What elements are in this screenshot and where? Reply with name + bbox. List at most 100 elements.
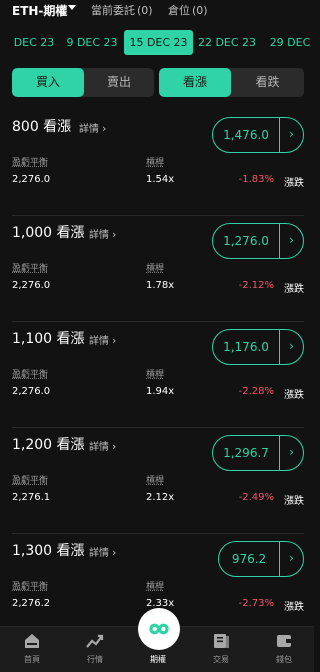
tab-open-orders-count: (0) — [137, 4, 153, 17]
strike-title: 1,100 看漲 — [12, 331, 85, 347]
details-link[interactable]: 詳情 › — [89, 438, 116, 453]
options-fab-button[interactable] — [138, 608, 180, 650]
nav-home[interactable]: 首頁 — [12, 633, 52, 665]
details-label: 詳情 — [89, 548, 109, 559]
chevron-right-icon: › — [112, 228, 117, 241]
nav-markets[interactable]: 行情 — [75, 633, 115, 665]
header: ETH-期權 當前委託 (0) 倉位 (0) — [0, 0, 314, 20]
change-label: 漲跌 — [284, 602, 304, 613]
leverage-label: 槓桿 — [146, 158, 165, 168]
strike-title: 800 看漲 — [12, 119, 72, 135]
tab-positions[interactable]: 倉位 (0) — [168, 2, 208, 18]
price-value: 1,476.0 — [223, 128, 269, 142]
date-tab[interactable]: 22 DEC 23 — [196, 30, 258, 55]
change-label: 漲跌 — [284, 496, 304, 507]
change-value: -2.73% — [238, 598, 274, 609]
leverage-label: 槓桿 — [146, 264, 165, 274]
breakeven-label: 盈虧平衡 — [12, 158, 49, 168]
trade-icon — [214, 634, 229, 648]
change-value: -2.28% — [238, 386, 274, 397]
chevron-right-icon: › — [289, 551, 294, 565]
chevron-right-icon: › — [112, 440, 117, 453]
caret-down-icon[interactable] — [68, 5, 76, 10]
chevron-right-icon: › — [289, 445, 294, 459]
details-link[interactable]: 詳情 › — [89, 544, 116, 559]
buy-button[interactable]: 買入 — [12, 68, 84, 97]
strike-title: 1,200 看漲 — [12, 437, 85, 453]
details-link[interactable]: 詳情 › — [89, 226, 116, 241]
put-button[interactable]: 看跌 — [231, 68, 304, 97]
nav-home-label: 首頁 — [24, 655, 40, 664]
nav-markets-label: 行情 — [87, 655, 103, 664]
nav-options-label: 期權 — [150, 655, 166, 664]
option-card: 1,200 看漲 詳情 › 1,296.7 › 盈虧平衡 槓桿 2,276.1 2… — [12, 428, 304, 534]
details-link[interactable]: 詳情 › — [79, 120, 106, 135]
leverage-label: 槓桿 — [146, 370, 165, 380]
price-value: 1,276.0 — [223, 234, 269, 248]
date-tab[interactable]: 9 DEC 23 — [63, 30, 121, 55]
breakeven-label: 盈虧平衡 — [12, 476, 49, 486]
change-value: -2.49% — [238, 492, 274, 503]
change-value: -2.12% — [238, 280, 274, 291]
breakeven-label: 盈虧平衡 — [12, 264, 49, 274]
leverage-label: 槓桿 — [146, 582, 165, 592]
buy-sell-toggle: 買入 賣出 — [12, 68, 154, 97]
option-card: 800 看漲 詳情 › 1,476.0 › 盈虧平衡 槓桿 2,276.0 1.5… — [12, 110, 304, 216]
tab-open-orders-label: 當前委託 — [91, 4, 135, 17]
details-label: 詳情 — [79, 124, 99, 135]
leverage-label: 槓桿 — [146, 476, 165, 486]
expiry-date-tabs: DEC 23 9 DEC 23 15 DEC 23 22 DEC 23 29 D… — [0, 30, 314, 55]
chevron-right-icon: › — [289, 127, 294, 141]
call-put-toggle: 看漲 看跌 — [159, 68, 304, 97]
strike-title: 1,000 看漲 — [12, 225, 85, 241]
tab-positions-label: 倉位 — [168, 4, 190, 17]
price-value: 1,176.0 — [223, 340, 269, 354]
date-tab[interactable]: DEC 23 — [8, 30, 60, 55]
instrument-title[interactable]: ETH-期權 — [12, 2, 67, 19]
price-button[interactable]: 976.2 › — [218, 541, 304, 577]
option-card: 1,100 看漲 詳情 › 1,176.0 › 盈虧平衡 槓桿 2,276.0 1… — [12, 322, 304, 428]
chevron-right-icon: › — [289, 339, 294, 353]
price-button[interactable]: 1,276.0 › — [212, 223, 304, 259]
date-tab-selected[interactable]: 15 DEC 23 — [124, 30, 193, 55]
price-value: 1,296.7 — [223, 446, 269, 460]
change-label: 漲跌 — [284, 390, 304, 401]
nav-wallet[interactable]: 錢包 — [264, 633, 304, 665]
chevron-right-icon: › — [112, 546, 117, 559]
nav-wallet-label: 錢包 — [276, 655, 292, 664]
leverage-value: 1.54x — [146, 174, 175, 185]
option-card: 1,000 看漲 詳情 › 1,276.0 › 盈虧平衡 槓桿 2,276.0 1… — [12, 216, 304, 322]
breakeven-value: 2,276.2 — [12, 598, 51, 609]
breakeven-label: 盈虧平衡 — [12, 582, 49, 592]
breakeven-value: 2,276.0 — [12, 174, 51, 185]
breakeven-label: 盈虧平衡 — [12, 370, 49, 380]
details-label: 詳情 — [89, 442, 109, 453]
breakeven-value: 2,276.0 — [12, 386, 51, 397]
sell-button[interactable]: 賣出 — [84, 68, 154, 97]
leverage-value: 1.78x — [146, 280, 175, 291]
nav-trade[interactable]: 交易 — [201, 633, 241, 665]
home-icon — [25, 634, 39, 648]
options-icon — [149, 623, 169, 635]
details-label: 詳情 — [89, 336, 109, 347]
price-button[interactable]: 1,476.0 › — [212, 117, 304, 153]
price-value: 976.2 — [231, 552, 267, 566]
chevron-right-icon: › — [112, 334, 117, 347]
tab-positions-count: (0) — [192, 4, 208, 17]
breakeven-value: 2,276.1 — [12, 492, 51, 503]
nav-trade-label: 交易 — [213, 655, 229, 664]
details-label: 詳情 — [89, 230, 109, 241]
leverage-value: 2.12x — [146, 492, 175, 503]
call-button[interactable]: 看漲 — [159, 68, 231, 97]
date-tab[interactable]: 29 DEC — [266, 30, 314, 55]
leverage-value: 1.94x — [146, 386, 175, 397]
details-link[interactable]: 詳情 › — [89, 332, 116, 347]
strike-title: 1,300 看漲 — [12, 543, 85, 559]
change-label: 漲跌 — [284, 284, 304, 295]
breakeven-value: 2,276.0 — [12, 280, 51, 291]
tab-open-orders[interactable]: 當前委託 (0) — [91, 2, 153, 18]
price-button[interactable]: 1,296.7 › — [212, 435, 304, 471]
price-button[interactable]: 1,176.0 › — [212, 329, 304, 365]
wallet-icon — [277, 635, 291, 647]
chevron-right-icon: › — [102, 122, 107, 135]
